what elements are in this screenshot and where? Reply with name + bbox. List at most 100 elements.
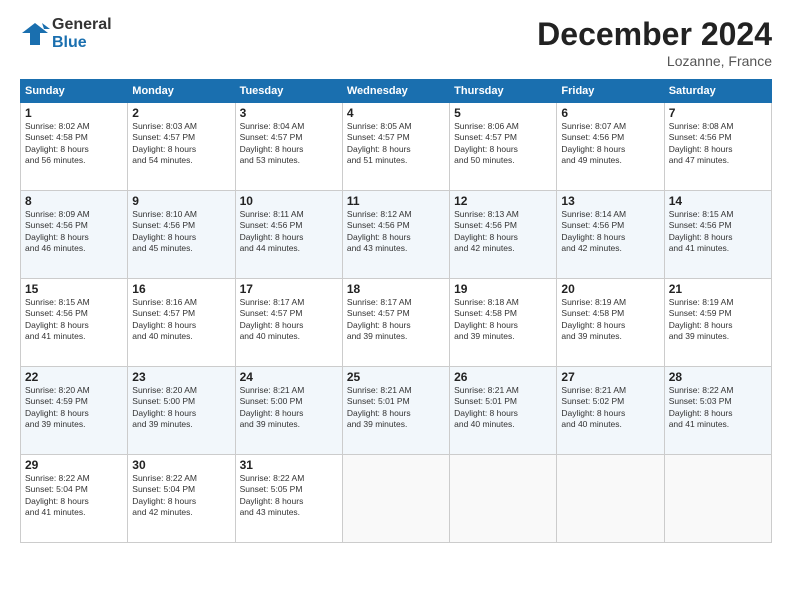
day-number: 27	[561, 370, 659, 384]
calendar-cell: 15Sunrise: 8:15 AM Sunset: 4:56 PM Dayli…	[21, 279, 128, 367]
day-number: 2	[132, 106, 230, 120]
calendar-cell: 18Sunrise: 8:17 AM Sunset: 4:57 PM Dayli…	[342, 279, 449, 367]
cell-info: Sunrise: 8:20 AM Sunset: 4:59 PM Dayligh…	[25, 385, 123, 431]
cell-info: Sunrise: 8:22 AM Sunset: 5:04 PM Dayligh…	[25, 473, 123, 519]
calendar-cell: 27Sunrise: 8:21 AM Sunset: 5:02 PM Dayli…	[557, 367, 664, 455]
calendar-cell	[450, 455, 557, 543]
day-number: 18	[347, 282, 445, 296]
cell-info: Sunrise: 8:22 AM Sunset: 5:04 PM Dayligh…	[132, 473, 230, 519]
calendar-cell: 11Sunrise: 8:12 AM Sunset: 4:56 PM Dayli…	[342, 191, 449, 279]
header: General Blue December 2024 Lozanne, Fran…	[20, 16, 772, 69]
day-number: 16	[132, 282, 230, 296]
logo: General Blue	[20, 16, 112, 52]
logo-general: General	[52, 16, 112, 34]
cell-info: Sunrise: 8:22 AM Sunset: 5:03 PM Dayligh…	[669, 385, 767, 431]
calendar-cell: 3Sunrise: 8:04 AM Sunset: 4:57 PM Daylig…	[235, 103, 342, 191]
cell-info: Sunrise: 8:12 AM Sunset: 4:56 PM Dayligh…	[347, 209, 445, 255]
cell-info: Sunrise: 8:22 AM Sunset: 5:05 PM Dayligh…	[240, 473, 338, 519]
calendar-cell: 7Sunrise: 8:08 AM Sunset: 4:56 PM Daylig…	[664, 103, 771, 191]
day-number: 11	[347, 194, 445, 208]
cell-info: Sunrise: 8:07 AM Sunset: 4:56 PM Dayligh…	[561, 121, 659, 167]
cell-info: Sunrise: 8:19 AM Sunset: 4:58 PM Dayligh…	[561, 297, 659, 343]
calendar-cell: 16Sunrise: 8:16 AM Sunset: 4:57 PM Dayli…	[128, 279, 235, 367]
cell-info: Sunrise: 8:21 AM Sunset: 5:00 PM Dayligh…	[240, 385, 338, 431]
cell-info: Sunrise: 8:21 AM Sunset: 5:01 PM Dayligh…	[454, 385, 552, 431]
calendar-cell: 6Sunrise: 8:07 AM Sunset: 4:56 PM Daylig…	[557, 103, 664, 191]
cell-info: Sunrise: 8:09 AM Sunset: 4:56 PM Dayligh…	[25, 209, 123, 255]
month-title: December 2024	[537, 16, 772, 53]
day-number: 25	[347, 370, 445, 384]
day-number: 28	[669, 370, 767, 384]
calendar-cell: 22Sunrise: 8:20 AM Sunset: 4:59 PM Dayli…	[21, 367, 128, 455]
cell-info: Sunrise: 8:14 AM Sunset: 4:56 PM Dayligh…	[561, 209, 659, 255]
cell-info: Sunrise: 8:19 AM Sunset: 4:59 PM Dayligh…	[669, 297, 767, 343]
calendar-cell: 9Sunrise: 8:10 AM Sunset: 4:56 PM Daylig…	[128, 191, 235, 279]
calendar-cell: 28Sunrise: 8:22 AM Sunset: 5:03 PM Dayli…	[664, 367, 771, 455]
day-number: 12	[454, 194, 552, 208]
calendar-week-row: 15Sunrise: 8:15 AM Sunset: 4:56 PM Dayli…	[21, 279, 772, 367]
calendar-cell: 2Sunrise: 8:03 AM Sunset: 4:57 PM Daylig…	[128, 103, 235, 191]
calendar-cell: 1Sunrise: 8:02 AM Sunset: 4:58 PM Daylig…	[21, 103, 128, 191]
cell-info: Sunrise: 8:18 AM Sunset: 4:58 PM Dayligh…	[454, 297, 552, 343]
page: General Blue December 2024 Lozanne, Fran…	[0, 0, 792, 612]
day-number: 5	[454, 106, 552, 120]
title-section: December 2024 Lozanne, France	[537, 16, 772, 69]
cell-info: Sunrise: 8:20 AM Sunset: 5:00 PM Dayligh…	[132, 385, 230, 431]
calendar-week-row: 8Sunrise: 8:09 AM Sunset: 4:56 PM Daylig…	[21, 191, 772, 279]
calendar-cell: 21Sunrise: 8:19 AM Sunset: 4:59 PM Dayli…	[664, 279, 771, 367]
day-number: 7	[669, 106, 767, 120]
cell-info: Sunrise: 8:03 AM Sunset: 4:57 PM Dayligh…	[132, 121, 230, 167]
calendar-cell: 19Sunrise: 8:18 AM Sunset: 4:58 PM Dayli…	[450, 279, 557, 367]
calendar-table: Sunday Monday Tuesday Wednesday Thursday…	[20, 79, 772, 543]
cell-info: Sunrise: 8:06 AM Sunset: 4:57 PM Dayligh…	[454, 121, 552, 167]
calendar-cell: 12Sunrise: 8:13 AM Sunset: 4:56 PM Dayli…	[450, 191, 557, 279]
day-number: 20	[561, 282, 659, 296]
cell-info: Sunrise: 8:05 AM Sunset: 4:57 PM Dayligh…	[347, 121, 445, 167]
day-number: 30	[132, 458, 230, 472]
calendar-cell: 25Sunrise: 8:21 AM Sunset: 5:01 PM Dayli…	[342, 367, 449, 455]
day-number: 1	[25, 106, 123, 120]
cell-info: Sunrise: 8:08 AM Sunset: 4:56 PM Dayligh…	[669, 121, 767, 167]
day-number: 6	[561, 106, 659, 120]
day-number: 23	[132, 370, 230, 384]
day-number: 26	[454, 370, 552, 384]
calendar-cell: 5Sunrise: 8:06 AM Sunset: 4:57 PM Daylig…	[450, 103, 557, 191]
cell-info: Sunrise: 8:15 AM Sunset: 4:56 PM Dayligh…	[25, 297, 123, 343]
cell-info: Sunrise: 8:10 AM Sunset: 4:56 PM Dayligh…	[132, 209, 230, 255]
day-number: 24	[240, 370, 338, 384]
calendar-cell: 23Sunrise: 8:20 AM Sunset: 5:00 PM Dayli…	[128, 367, 235, 455]
calendar-cell: 26Sunrise: 8:21 AM Sunset: 5:01 PM Dayli…	[450, 367, 557, 455]
logo-bird-icon	[20, 19, 50, 49]
day-number: 15	[25, 282, 123, 296]
day-number: 10	[240, 194, 338, 208]
day-number: 4	[347, 106, 445, 120]
logo-blue: Blue	[52, 34, 112, 52]
cell-info: Sunrise: 8:21 AM Sunset: 5:01 PM Dayligh…	[347, 385, 445, 431]
calendar-cell	[342, 455, 449, 543]
calendar-cell: 10Sunrise: 8:11 AM Sunset: 4:56 PM Dayli…	[235, 191, 342, 279]
day-number: 8	[25, 194, 123, 208]
calendar-cell	[664, 455, 771, 543]
cell-info: Sunrise: 8:02 AM Sunset: 4:58 PM Dayligh…	[25, 121, 123, 167]
cell-info: Sunrise: 8:04 AM Sunset: 4:57 PM Dayligh…	[240, 121, 338, 167]
day-number: 22	[25, 370, 123, 384]
header-tuesday: Tuesday	[235, 80, 342, 103]
day-number: 17	[240, 282, 338, 296]
calendar-cell: 4Sunrise: 8:05 AM Sunset: 4:57 PM Daylig…	[342, 103, 449, 191]
calendar-cell	[557, 455, 664, 543]
day-number: 29	[25, 458, 123, 472]
cell-info: Sunrise: 8:21 AM Sunset: 5:02 PM Dayligh…	[561, 385, 659, 431]
cell-info: Sunrise: 8:13 AM Sunset: 4:56 PM Dayligh…	[454, 209, 552, 255]
cell-info: Sunrise: 8:17 AM Sunset: 4:57 PM Dayligh…	[347, 297, 445, 343]
header-friday: Friday	[557, 80, 664, 103]
calendar-cell: 30Sunrise: 8:22 AM Sunset: 5:04 PM Dayli…	[128, 455, 235, 543]
location: Lozanne, France	[537, 53, 772, 69]
calendar-cell: 20Sunrise: 8:19 AM Sunset: 4:58 PM Dayli…	[557, 279, 664, 367]
day-number: 14	[669, 194, 767, 208]
weekday-header-row: Sunday Monday Tuesday Wednesday Thursday…	[21, 80, 772, 103]
calendar-cell: 29Sunrise: 8:22 AM Sunset: 5:04 PM Dayli…	[21, 455, 128, 543]
day-number: 31	[240, 458, 338, 472]
day-number: 19	[454, 282, 552, 296]
day-number: 3	[240, 106, 338, 120]
calendar-cell: 31Sunrise: 8:22 AM Sunset: 5:05 PM Dayli…	[235, 455, 342, 543]
